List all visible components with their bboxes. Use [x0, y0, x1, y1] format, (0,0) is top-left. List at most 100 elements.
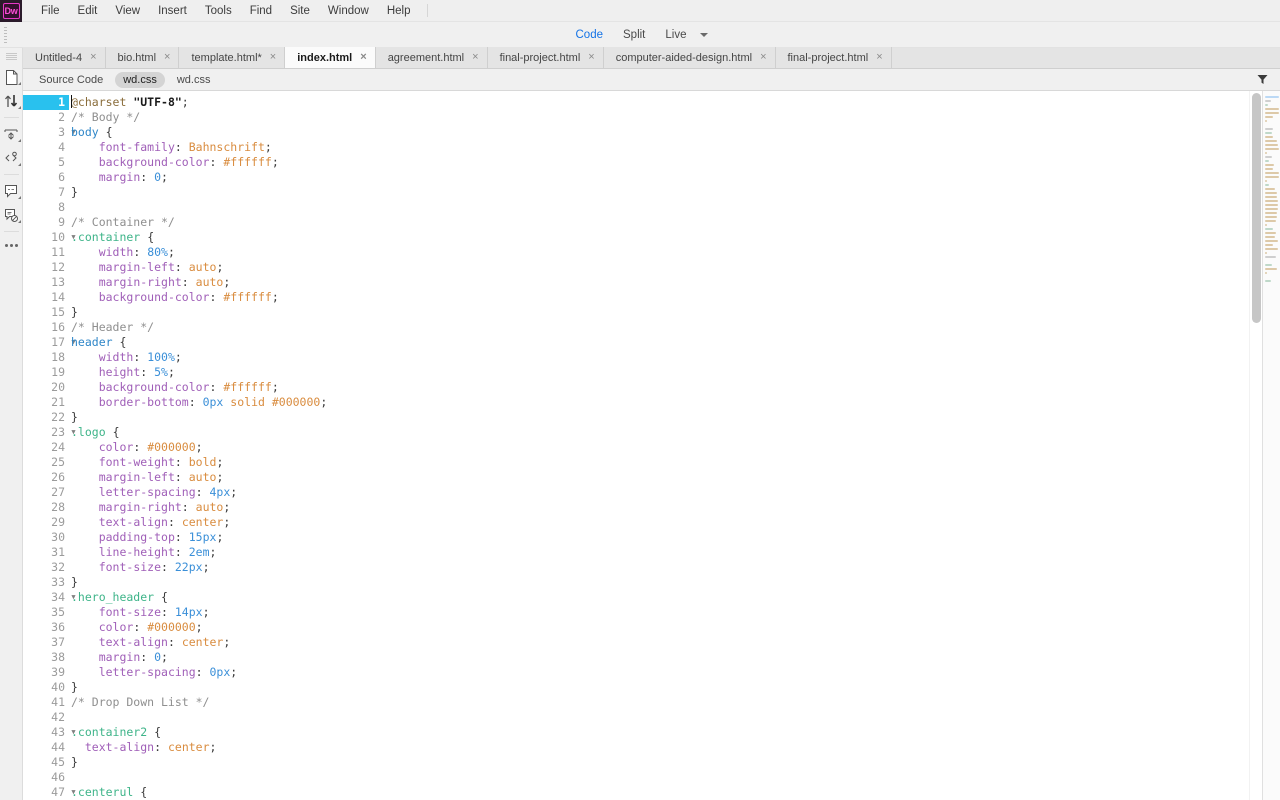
- code-line[interactable]: }: [69, 680, 1249, 695]
- code-line[interactable]: color: #000000;: [69, 620, 1249, 635]
- code-line[interactable]: font-family: Bahnschrift;: [69, 140, 1249, 155]
- code-line[interactable]: /* Body */: [69, 110, 1249, 125]
- code-token-punc: }: [71, 410, 78, 424]
- code-token-punc: ;: [271, 380, 279, 394]
- filter-icon[interactable]: [1251, 69, 1274, 90]
- code-line[interactable]: width: 100%;: [69, 350, 1249, 365]
- code-line[interactable]: }: [69, 410, 1249, 425]
- file-tab[interactable]: final-project.html ×: [775, 47, 892, 68]
- menu-item-find[interactable]: Find: [241, 0, 281, 22]
- code-token-prop: letter-spacing: [98, 665, 196, 679]
- close-icon[interactable]: ×: [760, 52, 766, 63]
- sort-transfer-icon[interactable]: [0, 89, 23, 113]
- toolbar-grip-handle[interactable]: [4, 27, 8, 43]
- code-text-content[interactable]: @charset "UTF-8";/* Body */body { font-f…: [69, 91, 1249, 800]
- code-line[interactable]: [69, 710, 1249, 725]
- code-line[interactable]: }: [69, 305, 1249, 320]
- code-line[interactable]: margin: 0;: [69, 650, 1249, 665]
- related-file-tab[interactable]: wd.css: [115, 71, 165, 88]
- code-line[interactable]: text-align: center;: [69, 635, 1249, 650]
- code-line[interactable]: font-weight: bold;: [69, 455, 1249, 470]
- code-line[interactable]: margin: 0;: [69, 170, 1249, 185]
- close-icon[interactable]: ×: [876, 52, 882, 63]
- dom-panel-icon[interactable]: [0, 179, 23, 203]
- close-icon[interactable]: ×: [588, 52, 594, 63]
- code-line[interactable]: }: [69, 575, 1249, 590]
- code-line[interactable]: }: [69, 185, 1249, 200]
- code-line[interactable]: padding-top: 15px;: [69, 530, 1249, 545]
- view-button-split[interactable]: Split: [613, 27, 655, 43]
- code-line[interactable]: .container2 {: [69, 725, 1249, 740]
- menu-item-help[interactable]: Help: [378, 0, 420, 22]
- code-line[interactable]: header {: [69, 335, 1249, 350]
- close-icon[interactable]: ×: [164, 52, 170, 63]
- code-token-punc: :: [174, 455, 189, 469]
- code-line[interactable]: .hero_header {: [69, 590, 1249, 605]
- code-token-punc: ;: [223, 500, 231, 514]
- code-line[interactable]: font-size: 14px;: [69, 605, 1249, 620]
- file-tab[interactable]: index.html ×: [285, 47, 376, 68]
- file-tab[interactable]: template.html* ×: [179, 47, 286, 68]
- code-line[interactable]: text-align: center;: [69, 740, 1249, 755]
- code-line[interactable]: .container {: [69, 230, 1249, 245]
- vertical-scrollbar-thumb[interactable]: [1252, 93, 1261, 323]
- file-tab[interactable]: bio.html ×: [105, 47, 180, 68]
- code-line[interactable]: margin-right: auto;: [69, 275, 1249, 290]
- code-line[interactable]: margin-left: auto;: [69, 470, 1249, 485]
- code-line[interactable]: height: 5%;: [69, 365, 1249, 380]
- menu-item-file[interactable]: File: [32, 0, 69, 22]
- insert-icon[interactable]: [0, 122, 23, 146]
- code-line[interactable]: body {: [69, 125, 1249, 140]
- code-line[interactable]: border-bottom: 0px solid #000000;: [69, 395, 1249, 410]
- code-line[interactable]: }: [69, 755, 1249, 770]
- code-line[interactable]: margin-left: auto;: [69, 260, 1249, 275]
- file-tab[interactable]: final-project.html ×: [487, 47, 604, 68]
- menu-item-tools[interactable]: Tools: [196, 0, 241, 22]
- code-line[interactable]: background-color: #ffffff;: [69, 380, 1249, 395]
- code-snippet-icon[interactable]: [0, 146, 23, 170]
- code-line[interactable]: line-height: 2em;: [69, 545, 1249, 560]
- related-file-tab[interactable]: Source Code: [31, 72, 111, 88]
- rail-grip-handle[interactable]: [5, 53, 17, 60]
- file-tab[interactable]: computer-aided-design.html ×: [603, 47, 776, 68]
- view-button-code[interactable]: Code: [566, 27, 614, 43]
- menu-item-edit[interactable]: Edit: [69, 0, 107, 22]
- more-options-icon[interactable]: [4, 244, 18, 247]
- code-line[interactable]: [69, 200, 1249, 215]
- file-tab[interactable]: agreement.html ×: [375, 47, 488, 68]
- close-icon[interactable]: ×: [472, 52, 478, 63]
- code-line[interactable]: /* Container */: [69, 215, 1249, 230]
- menu-item-insert[interactable]: Insert: [149, 0, 196, 22]
- code-line[interactable]: width: 80%;: [69, 245, 1249, 260]
- close-icon[interactable]: ×: [360, 52, 366, 63]
- code-line[interactable]: letter-spacing: 0px;: [69, 665, 1249, 680]
- menu-item-view[interactable]: View: [106, 0, 149, 22]
- menu-item-window[interactable]: Window: [319, 0, 378, 22]
- code-line[interactable]: background-color: #ffffff;: [69, 290, 1249, 305]
- code-line[interactable]: .logo {: [69, 425, 1249, 440]
- code-line[interactable]: /* Drop Down List */: [69, 695, 1249, 710]
- vertical-scrollbar[interactable]: [1249, 91, 1262, 800]
- code-line[interactable]: /* Header */: [69, 320, 1249, 335]
- code-line[interactable]: [69, 770, 1249, 785]
- validation-icon[interactable]: [0, 203, 23, 227]
- code-line[interactable]: @charset "UTF-8";: [69, 95, 1249, 110]
- code-line[interactable]: text-align: center;: [69, 515, 1249, 530]
- code-line[interactable]: background-color: #ffffff;: [69, 155, 1249, 170]
- chevron-down-icon[interactable]: [700, 32, 709, 37]
- code-line[interactable]: letter-spacing: 4px;: [69, 485, 1249, 500]
- code-line[interactable]: .centerul {: [69, 785, 1249, 800]
- close-icon[interactable]: ×: [270, 52, 276, 63]
- menu-item-site[interactable]: Site: [281, 0, 319, 22]
- file-tab[interactable]: Untitled-4 ×: [23, 47, 106, 68]
- related-file-tab[interactable]: wd.css: [169, 72, 219, 88]
- code-minimap[interactable]: [1262, 91, 1280, 800]
- file-manage-icon[interactable]: [0, 65, 23, 89]
- view-button-live[interactable]: Live: [655, 27, 696, 43]
- code-line[interactable]: margin-right: auto;: [69, 500, 1249, 515]
- code-editor[interactable]: 1 2 3 ▼ 4 5 6 7 8 9 10 ▼ 11 12 13 14 15 16 17 ▼ 18 19 20 21 22 23…: [23, 91, 1280, 800]
- code-line[interactable]: color: #000000;: [69, 440, 1249, 455]
- close-icon[interactable]: ×: [90, 52, 96, 63]
- code-line[interactable]: font-size: 22px;: [69, 560, 1249, 575]
